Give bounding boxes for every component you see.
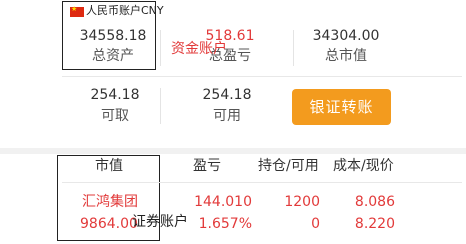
stock-position: 1200 (284, 194, 320, 210)
withdrawable-value: 254.18 (90, 87, 140, 103)
stock-pnl: 144.010 (194, 194, 252, 210)
stock-market-value: 9864.00 (80, 216, 138, 232)
column-header-cost-price[interactable]: 成本/现价 (333, 158, 394, 174)
stock-pnl-percent: 1.657% (198, 216, 252, 232)
column-header-market-value[interactable]: 市值 (95, 158, 123, 174)
column-header-pnl[interactable]: 盈亏 (193, 158, 221, 174)
stock-price: 8.220 (354, 216, 395, 232)
stock-available: 0 (311, 216, 320, 232)
bank-securities-transfer-button[interactable]: 银证转账 (292, 89, 391, 125)
stock-cost: 8.086 (354, 194, 395, 210)
divider (160, 88, 161, 124)
section-separator (0, 148, 466, 154)
divider (62, 76, 462, 77)
available-value: 254.18 (202, 87, 252, 103)
total-assets-label: 总资产 (92, 48, 134, 64)
column-header-position[interactable]: 持仓/可用 (258, 158, 319, 174)
market-value-label: 总市值 (325, 48, 367, 64)
divider (160, 30, 161, 66)
available-label: 可用 (213, 108, 241, 124)
divider (62, 182, 462, 183)
stock-name: 汇鸿集团 (82, 194, 138, 210)
withdrawable-label: 可取 (101, 108, 129, 124)
total-assets-value: 34558.18 (79, 28, 147, 44)
securities-account-annotation: 证券账户 (132, 214, 188, 230)
market-value-value: 34304.00 (312, 28, 380, 44)
fund-account-annotation: 资金账户 (171, 41, 227, 57)
account-label[interactable]: 人民币账户CNY (86, 4, 164, 18)
cn-flag-icon: ★ (70, 5, 84, 17)
